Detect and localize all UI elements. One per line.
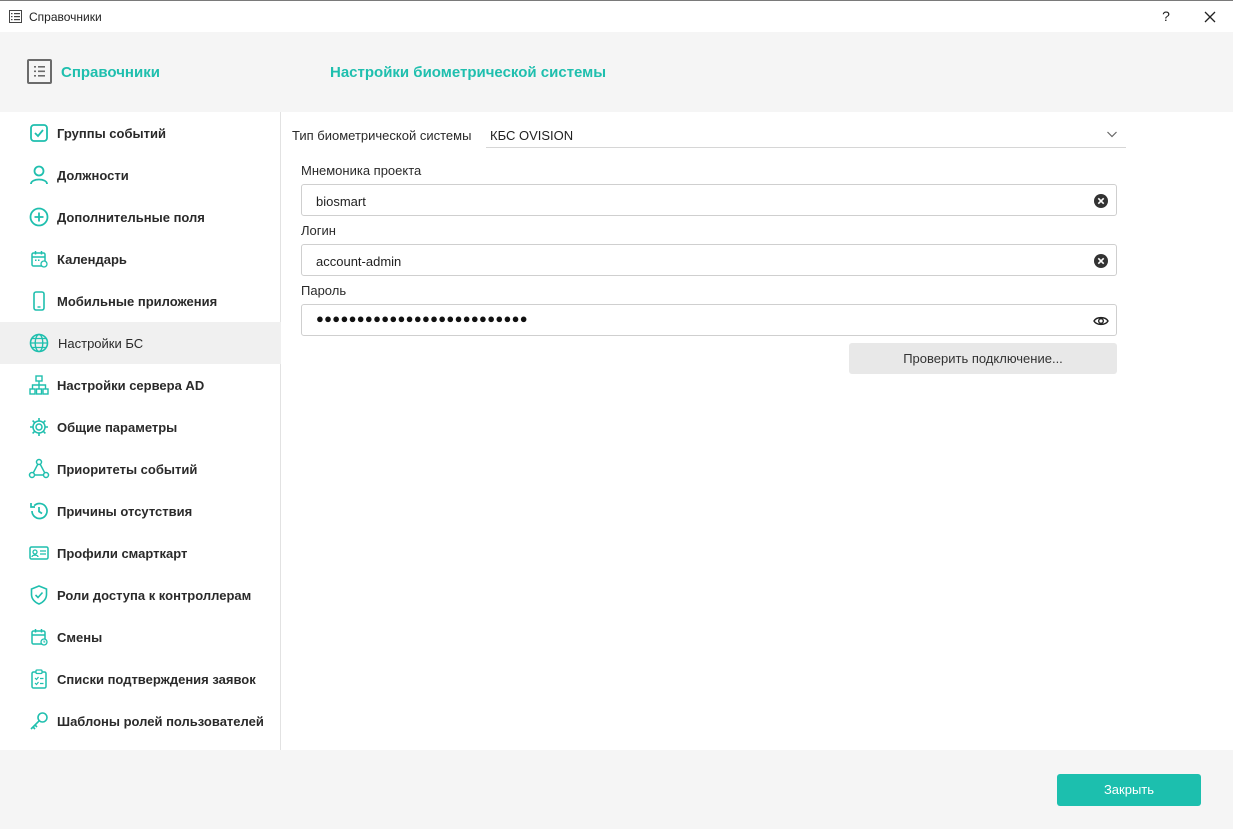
sidebar-item-event-groups[interactable]: Группы событий	[0, 112, 281, 154]
network-icon	[28, 458, 50, 479]
sidebar-item-user-role-templates[interactable]: Шаблоны ролей пользователей	[0, 700, 281, 742]
sidebar-item-label: Общие параметры	[57, 420, 178, 435]
sidebar-item-label: Дополнительные поля	[57, 210, 205, 225]
window-title: Справочники	[29, 10, 102, 24]
close-button[interactable]: Закрыть	[1057, 774, 1201, 806]
check-connection-button[interactable]: Проверить подключение...	[849, 343, 1117, 374]
history-icon	[30, 502, 48, 520]
login-label: Логин	[301, 223, 336, 238]
sidebar-item-label: Календарь	[57, 252, 127, 267]
shield-icon	[30, 585, 48, 605]
app-list-icon	[9, 10, 22, 23]
sidebar-item-label: Настройки БС	[58, 336, 144, 351]
help-button[interactable]: ?	[1159, 8, 1173, 24]
directory-list-icon	[27, 59, 52, 84]
biometric-type-select[interactable]: КБС OVISION	[486, 122, 1126, 148]
login-field[interactable]	[301, 244, 1117, 276]
plus-circle-icon	[29, 207, 49, 227]
sidebar-item-calendar[interactable]: Календарь	[0, 238, 281, 280]
sidebar-item-label: Профили смарткарт	[57, 546, 188, 561]
checkbox-icon	[30, 124, 48, 142]
password-label: Пароль	[301, 283, 347, 298]
sidebar-item-label: Роли доступа к контроллерам	[57, 588, 252, 603]
sidebar-item-bs-settings[interactable]: Настройки БС	[0, 322, 281, 364]
mnemonic-field[interactable]	[301, 184, 1117, 216]
window-titlebar: Справочники ?	[0, 0, 1233, 32]
hierarchy-icon	[29, 375, 49, 395]
sidebar-item-positions[interactable]: Должности	[0, 154, 281, 196]
clipboard-icon	[31, 669, 47, 689]
sidebar-item-absence-reasons[interactable]: Причины отсутствия	[0, 490, 281, 532]
sidebar-item-controller-roles[interactable]: Роли доступа к контроллерам	[0, 574, 281, 616]
user-icon	[30, 165, 48, 185]
sidebar-item-shifts[interactable]: Смены	[0, 616, 281, 658]
sidebar-item-label: Группы событий	[57, 126, 166, 141]
sidebar-item-event-priorities[interactable]: Приоритеты событий	[0, 448, 281, 490]
sidebar-item-label: Смены	[57, 630, 103, 645]
mnemonic-input[interactable]	[316, 192, 1056, 210]
sidebar-item-approval-lists[interactable]: Списки подтверждения заявок	[0, 658, 281, 700]
gear-icon	[30, 418, 48, 436]
window-close-icon[interactable]	[1203, 10, 1217, 24]
sidebar: Группы событий Должности Дополнительные …	[0, 112, 281, 750]
sidebar-item-mobile-apps[interactable]: Мобильные приложения	[0, 280, 281, 322]
globe-icon	[29, 333, 49, 353]
password-field[interactable]: ●●●●●●●●●●●●●●●●●●●●●●●●●●	[301, 304, 1117, 336]
page-header: Справочники Настройки биометрической сис…	[0, 32, 1233, 112]
dialog-footer: Закрыть	[0, 750, 1233, 829]
schedule-icon	[31, 629, 48, 646]
key-icon	[30, 712, 48, 730]
sidebar-item-additional-fields[interactable]: Дополнительные поля	[0, 196, 281, 238]
settings-form: Тип биометрической системы КБС OVISION М…	[282, 112, 1233, 750]
clear-icon[interactable]	[1093, 253, 1109, 269]
sidebar-item-label: Списки подтверждения заявок	[57, 672, 256, 687]
mnemonic-label: Мнемоника проекта	[301, 163, 422, 178]
sidebar-item-label: Должности	[57, 168, 129, 183]
biometric-type-value: КБС OVISION	[490, 128, 574, 143]
page-title: Настройки биометрической системы	[330, 64, 607, 81]
sidebar-item-ad-server[interactable]: Настройки сервера AD	[0, 364, 281, 406]
login-input[interactable]	[316, 252, 1056, 270]
biometric-type-label: Тип биометрической системы	[292, 128, 472, 143]
sidebar-item-label: Приоритеты событий	[57, 462, 198, 477]
mobile-icon	[33, 291, 45, 311]
clear-icon[interactable]	[1093, 193, 1109, 209]
id-card-icon	[29, 546, 49, 560]
sidebar-item-general-params[interactable]: Общие параметры	[0, 406, 281, 448]
sidebar-item-label: Шаблоны ролей пользователей	[57, 714, 264, 729]
section-title: Справочники	[61, 64, 160, 81]
sidebar-item-label: Настройки сервера AD	[57, 378, 205, 393]
eye-icon[interactable]	[1093, 313, 1109, 329]
sidebar-item-label: Причины отсутствия	[57, 504, 193, 519]
sidebar-item-smartcard-profiles[interactable]: Профили смарткарт	[0, 532, 281, 574]
password-input[interactable]: ●●●●●●●●●●●●●●●●●●●●●●●●●●	[316, 311, 528, 326]
calendar-icon	[31, 251, 48, 268]
sidebar-item-label: Мобильные приложения	[57, 294, 218, 309]
chevron-down-icon	[1107, 131, 1117, 138]
